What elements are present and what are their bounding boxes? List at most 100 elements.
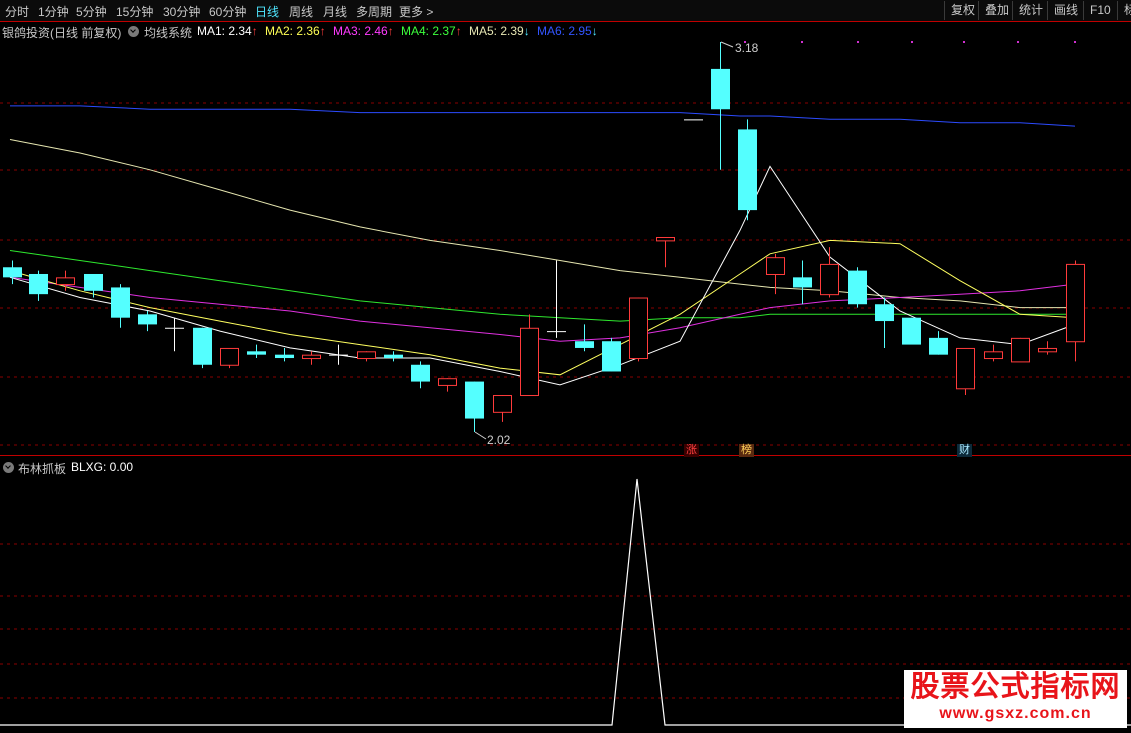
event-badge[interactable]: 涨 (684, 444, 699, 457)
candle[interactable] (738, 119, 757, 221)
toolbar-button[interactable]: 统计 (1012, 1, 1047, 20)
period-tab[interactable]: 分时 (5, 3, 29, 20)
event-marker (801, 41, 803, 43)
callout-leader (474, 431, 487, 440)
candle[interactable] (1038, 341, 1057, 355)
candle[interactable] (465, 381, 484, 432)
event-marker (1074, 41, 1076, 43)
arrow-down-icon: ↓ (591, 24, 598, 38)
candle-body (56, 277, 75, 286)
period-tab[interactable]: 周线 (289, 3, 313, 20)
candle[interactable] (56, 270, 75, 291)
candle[interactable] (3, 260, 22, 285)
candle[interactable] (684, 119, 703, 121)
period-tab[interactable]: 30分钟 (163, 3, 200, 20)
candle[interactable] (138, 310, 157, 332)
candle-body (3, 267, 22, 278)
event-marker (857, 41, 859, 43)
period-tab[interactable]: 1分钟 (38, 3, 69, 20)
event-badge[interactable]: 榜 (739, 444, 754, 457)
event-marker (963, 41, 965, 43)
candle[interactable] (929, 331, 948, 355)
candle[interactable] (384, 351, 403, 362)
candle[interactable] (984, 344, 1003, 362)
candle[interactable] (875, 297, 894, 348)
candle-body (1066, 263, 1085, 343)
period-tab[interactable]: 月线 (323, 3, 347, 20)
ma-value: 2.37 (432, 24, 456, 38)
ma-readout: MA4: 2.37↑ (401, 24, 462, 38)
candle[interactable] (165, 317, 184, 352)
candle[interactable] (275, 347, 294, 362)
candle[interactable] (438, 378, 457, 392)
candle-body (848, 270, 867, 305)
chevron-down-icon[interactable] (128, 26, 139, 37)
candle[interactable] (84, 273, 103, 298)
ma-label: MA6: (537, 24, 569, 38)
candle-body (111, 287, 130, 318)
candle-body (711, 68, 730, 110)
candle[interactable] (547, 260, 566, 338)
candle[interactable] (29, 270, 48, 301)
period-tab[interactable]: 更多 > (399, 3, 433, 20)
watermark-url: www.gsxz.com.cn (939, 705, 1092, 722)
candle-body (220, 347, 239, 366)
period-tab[interactable]: 日线 (255, 3, 279, 20)
ma-value: 2.95 (568, 24, 592, 38)
ma-readout: MA3: 2.46↑ (333, 24, 394, 38)
candle-body (629, 297, 648, 360)
arrow-up-icon: ↑ (455, 24, 462, 38)
period-tab[interactable]: 15分钟 (116, 3, 153, 20)
candle[interactable] (247, 344, 266, 359)
toolbar-button[interactable]: 叠加 (978, 1, 1012, 20)
candle[interactable] (1066, 260, 1085, 362)
candle[interactable] (656, 237, 675, 268)
candle-body (493, 395, 512, 413)
period-tab[interactable]: 多周期 (356, 3, 392, 20)
period-tab[interactable]: 60分钟 (209, 3, 246, 20)
candle[interactable] (329, 344, 348, 365)
candle[interactable] (793, 260, 812, 305)
candle-body (520, 327, 539, 397)
candle[interactable] (302, 351, 321, 365)
candle-body (575, 341, 594, 348)
candle-body (793, 277, 812, 288)
ma-value: 2.39 (500, 24, 524, 38)
candle[interactable] (411, 361, 430, 389)
arrow-up-icon: ↑ (387, 24, 394, 38)
candle-body (29, 273, 48, 295)
candle-body (766, 257, 785, 275)
candle[interactable] (848, 267, 867, 308)
event-badge[interactable]: 财 (957, 444, 972, 457)
candlestick-chart: 3.18 2.02 (0, 41, 1131, 456)
candle[interactable] (902, 317, 921, 345)
candle[interactable] (602, 337, 621, 372)
period-tab[interactable]: 5分钟 (76, 3, 107, 20)
candle[interactable] (493, 395, 512, 422)
callout-leader (720, 41, 734, 48)
chevron-down-icon[interactable] (3, 462, 14, 473)
toolbar-button[interactable]: 画线 (1047, 1, 1083, 20)
candle-body (302, 354, 321, 360)
candle[interactable] (520, 314, 539, 397)
candle[interactable] (357, 351, 376, 362)
candle[interactable] (220, 347, 239, 369)
candle[interactable] (711, 42, 730, 170)
candle[interactable] (575, 324, 594, 352)
ma-label: MA4: (401, 24, 433, 38)
candle-body (247, 351, 266, 355)
candle-body (138, 314, 157, 325)
ma-readout: MA2: 2.36↑ (265, 24, 326, 38)
candle[interactable] (956, 347, 975, 396)
indicator-title: 布林抓板 BLXG: 0.00 (0, 460, 500, 476)
candle-body (1011, 337, 1030, 363)
candle[interactable] (111, 284, 130, 328)
candle[interactable] (193, 327, 212, 369)
candle[interactable] (629, 297, 648, 362)
candle-body (465, 381, 484, 419)
candle[interactable] (820, 247, 839, 298)
toolbar-button[interactable]: F10 (1083, 1, 1117, 20)
toolbar-button[interactable]: 标 (1117, 1, 1131, 20)
toolbar-button[interactable]: 复权 (944, 1, 978, 20)
candle[interactable] (1011, 337, 1030, 363)
